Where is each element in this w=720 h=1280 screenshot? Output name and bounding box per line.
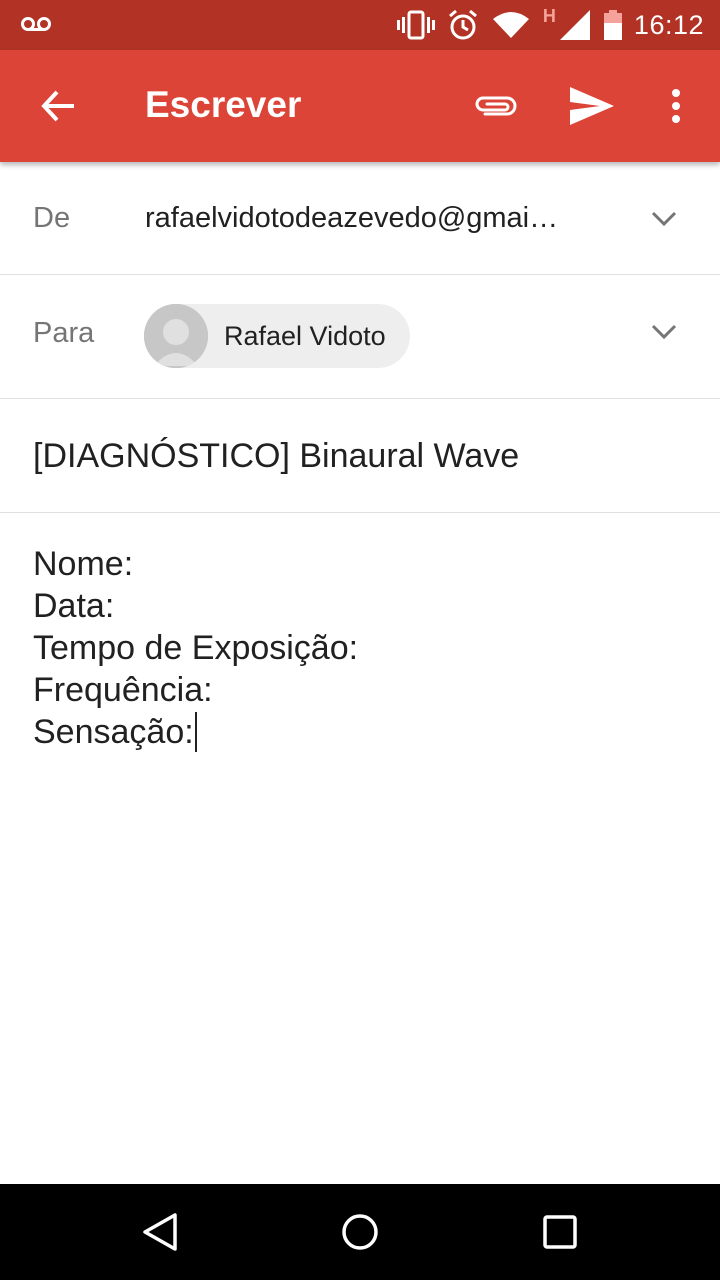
subject-row[interactable]: [DIAGNÓSTICO] Binaural Wave	[0, 399, 720, 513]
subject-field[interactable]: [DIAGNÓSTICO] Binaural Wave	[33, 437, 519, 476]
body-field[interactable]: Nome: Data: Tempo de Exposição: Frequênc…	[33, 543, 358, 753]
status-bar: H 16:12	[0, 0, 720, 50]
body-last-line: Sensação:	[33, 711, 358, 753]
to-row[interactable]: Para Rafael Vidoto	[0, 275, 720, 399]
text-cursor	[194, 712, 197, 752]
chevron-down-icon[interactable]	[648, 203, 680, 235]
from-address[interactable]: rafaelvidotodeazevedo@gmai…	[145, 202, 595, 235]
home-circle-icon[interactable]	[336, 1208, 384, 1256]
network-type: H	[542, 6, 556, 26]
more-vert-icon[interactable]	[648, 78, 704, 134]
recents-square-icon[interactable]	[536, 1208, 584, 1256]
attach-icon[interactable]	[467, 78, 523, 134]
page-title: Escrever	[145, 84, 302, 125]
compose-screen: H 16:12 Escrever De rafaelvidotodeazeved…	[0, 0, 720, 1280]
alarm-icon	[447, 9, 479, 41]
avatar	[144, 304, 208, 368]
from-row[interactable]: De rafaelvidotodeazevedo@gmai…	[0, 162, 720, 275]
app-bar: Escrever	[0, 50, 720, 162]
body-line: Nome:	[33, 545, 134, 583]
body-line: Sensação:	[33, 713, 194, 751]
vibrate-icon	[396, 10, 435, 40]
signal-icon	[559, 10, 590, 40]
battery-icon	[603, 10, 622, 40]
to-label: Para	[33, 317, 95, 349]
nav-bar	[0, 1184, 720, 1280]
voicemail-icon	[20, 14, 52, 34]
recipient-name: Rafael Vidoto	[224, 320, 386, 351]
body-line: Data:	[33, 587, 115, 625]
status-clock: 16:12	[633, 9, 704, 40]
body-line: Frequência:	[33, 671, 213, 709]
recipient-chip[interactable]: Rafael Vidoto	[144, 304, 410, 368]
send-icon[interactable]	[564, 78, 620, 134]
back-arrow-icon[interactable]	[30, 78, 86, 134]
chevron-down-icon[interactable]	[648, 316, 680, 348]
from-label: De	[33, 202, 71, 234]
wifi-icon	[492, 11, 529, 39]
back-triangle-icon[interactable]	[136, 1208, 184, 1256]
body-line: Tempo de Exposição:	[33, 629, 359, 667]
